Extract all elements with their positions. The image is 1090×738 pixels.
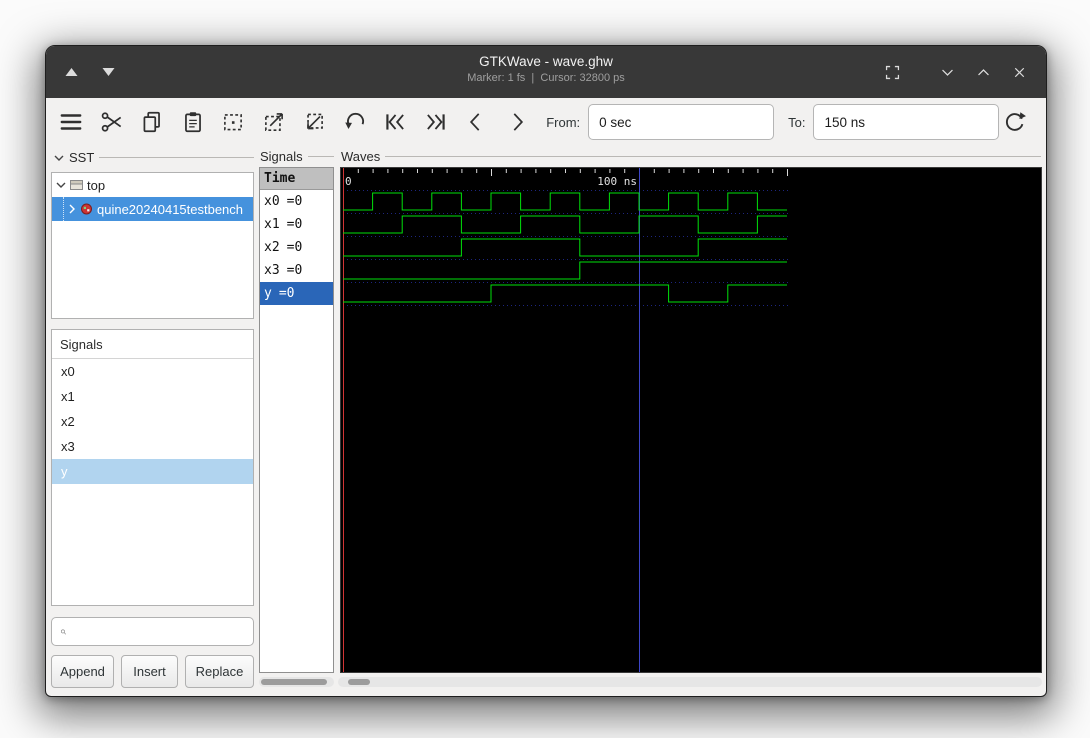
insert-button[interactable]: Insert <box>121 655 178 688</box>
wave-svg: 0 100 ns <box>343 168 788 672</box>
sst-tree: top quine20240415testbench <box>51 172 254 319</box>
waves-hscrollbar[interactable] <box>338 677 1042 687</box>
wave-trace-x2 <box>343 238 787 257</box>
chevron-down-icon <box>942 69 953 76</box>
waves-header: Waves <box>341 149 1041 164</box>
titlebar-arrow-down-button[interactable] <box>99 64 118 80</box>
window-title: GTKWave - wave.ghw <box>479 54 613 69</box>
zoom-fit-icon <box>224 114 243 131</box>
name-panel-hscrollbar[interactable] <box>259 677 334 687</box>
signal-list-item-x3[interactable]: x3 <box>52 434 253 459</box>
from-label: From: <box>546 114 581 130</box>
triangle-up-icon <box>65 68 78 76</box>
chevron-left-icon <box>470 113 480 131</box>
cut-button[interactable] <box>97 104 128 140</box>
to-input[interactable] <box>813 104 1000 140</box>
copy-button[interactable] <box>137 104 168 140</box>
zoom-fit-button[interactable] <box>218 104 249 140</box>
signal-list-item-y[interactable]: y <box>52 459 253 484</box>
replace-button[interactable]: Replace <box>185 655 254 688</box>
titlebar-fit-button[interactable] <box>881 61 904 84</box>
signal-value: =0 <box>286 240 303 255</box>
time-header[interactable]: Time <box>260 168 333 190</box>
signal-name-panel: Time x0 =0 x1 =0 x2 =0 x3 =0 y =0 <box>259 167 334 673</box>
signal-list-item-x1[interactable]: x1 <box>52 384 253 409</box>
signal-row-x3[interactable]: x3 =0 <box>260 259 333 282</box>
scope-icon <box>70 180 83 190</box>
signal-row-x1[interactable]: x1 =0 <box>260 213 333 236</box>
wave-trace-y <box>343 284 787 303</box>
signal-value: =0 <box>278 286 295 301</box>
zoom-out-button[interactable] <box>299 104 330 140</box>
sst-node-testbench[interactable]: quine20240415testbench <box>52 197 253 221</box>
copy-icon <box>143 111 161 133</box>
expander-down-icon <box>56 182 66 188</box>
signal-row-y[interactable]: y =0 <box>260 282 333 305</box>
signal-value: =0 <box>286 217 303 232</box>
wave-trace-x3 <box>343 261 787 280</box>
fit-corners-icon <box>885 65 900 79</box>
signal-list-item-x0[interactable]: x0 <box>52 359 253 384</box>
expander-down-icon <box>54 155 64 161</box>
tick-label-100ns: 100 ns <box>597 175 637 188</box>
name-panel-header: Signals <box>260 149 334 164</box>
tick-label-0: 0 <box>345 175 352 188</box>
paste-button[interactable] <box>178 104 209 140</box>
undo-arrow-icon <box>345 112 364 130</box>
tree-guide-line <box>63 197 64 221</box>
from-input[interactable] <box>588 104 775 140</box>
scrollbar-thumb[interactable] <box>348 679 370 685</box>
edge-last-button[interactable] <box>421 104 452 140</box>
gtkwave-window: GTKWave - wave.ghw Marker: 1 fs | Cursor… <box>45 45 1047 697</box>
scissors-icon <box>101 112 121 132</box>
skip-to-end-icon <box>427 114 445 130</box>
zoom-in-button[interactable] <box>259 104 290 140</box>
chevron-right-icon <box>513 113 523 131</box>
titlebar[interactable]: GTKWave - wave.ghw Marker: 1 fs | Cursor… <box>46 46 1046 98</box>
append-button[interactable]: Append <box>51 655 114 688</box>
triangle-down-icon <box>102 68 115 76</box>
sst-header[interactable]: SST <box>54 150 254 165</box>
sst-node-top[interactable]: top <box>52 173 253 197</box>
edge-next-button[interactable] <box>502 104 533 140</box>
module-icon <box>81 203 92 215</box>
titlebar-maximize-button[interactable] <box>973 62 994 83</box>
signal-value: =0 <box>286 194 303 209</box>
reload-button[interactable] <box>999 104 1030 140</box>
titlebar-minimize-button[interactable] <box>937 62 958 83</box>
titlebar-close-button[interactable] <box>1009 62 1030 83</box>
toolbar: From: To: <box>46 98 1046 146</box>
edge-prev-button[interactable] <box>461 104 492 140</box>
signal-search[interactable] <box>51 617 254 646</box>
wave-canvas[interactable]: 0 100 ns <box>340 167 1042 673</box>
scrollbar-thumb[interactable] <box>261 679 327 685</box>
hamburger-icon <box>60 114 82 130</box>
menu-button[interactable] <box>56 104 87 140</box>
marker-cursor-status: Marker: 1 fs | Cursor: 32800 ps <box>467 72 625 84</box>
signals-list-header: Signals <box>52 330 253 359</box>
signal-row-x2[interactable]: x2 =0 <box>260 236 333 259</box>
paste-icon <box>184 112 201 133</box>
titlebar-arrow-up-button[interactable] <box>62 64 81 80</box>
tree-node-label: top <box>87 177 106 193</box>
search-input[interactable] <box>73 623 253 640</box>
zoom-undo-button[interactable] <box>340 104 371 140</box>
skip-to-start-icon <box>386 114 405 130</box>
tree-node-label: quine20240415testbench <box>97 201 244 217</box>
search-icon <box>61 629 67 635</box>
zoom-out-icon <box>307 113 324 130</box>
wave-trace-x1 <box>343 215 787 234</box>
wave-trace-x0 <box>343 192 787 211</box>
signal-row-x0[interactable]: x0 =0 <box>260 190 333 213</box>
close-icon <box>1014 67 1025 77</box>
zoom-in-icon <box>264 113 283 131</box>
signal-list-item-x2[interactable]: x2 <box>52 409 253 434</box>
expander-right-icon <box>69 204 75 214</box>
reload-icon <box>1006 111 1027 131</box>
chevron-up-icon <box>978 68 989 75</box>
to-label: To: <box>788 114 806 130</box>
signal-value: =0 <box>286 263 303 278</box>
signal-search-list: Signals x0 x1 x2 x3 y <box>51 329 254 606</box>
edge-first-button[interactable] <box>380 104 411 140</box>
